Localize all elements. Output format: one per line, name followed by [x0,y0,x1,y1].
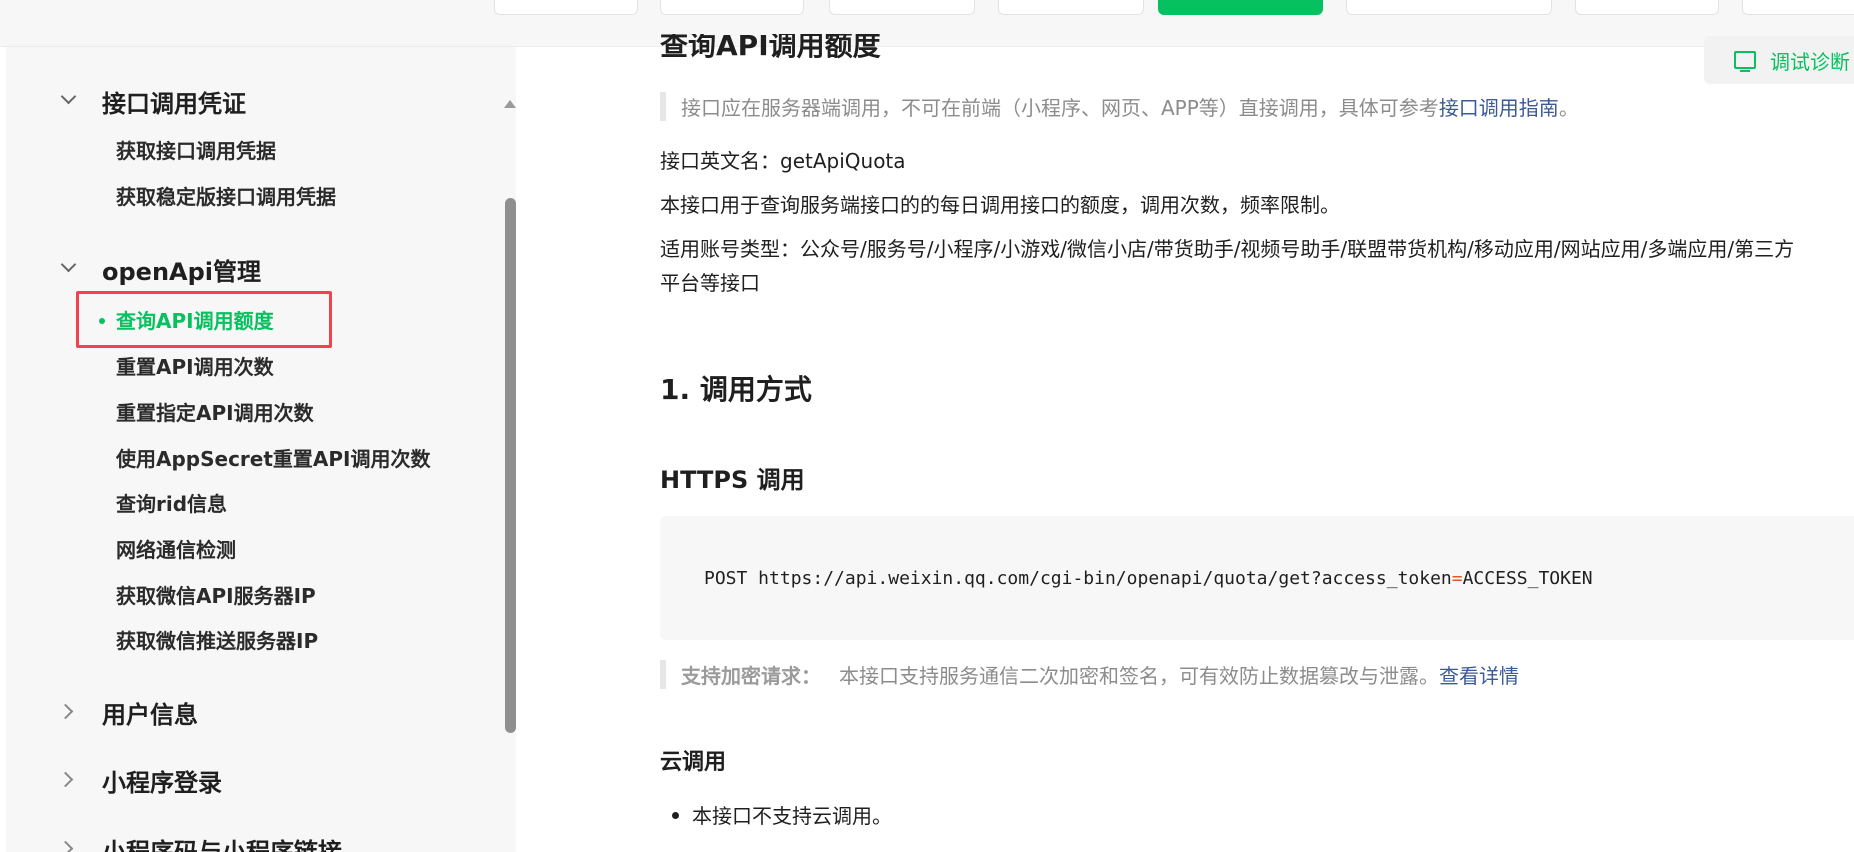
scroll-up-arrow-icon[interactable] [504,100,516,108]
sidebar-item-get-callback-ip[interactable]: 获取微信推送服务器IP [116,623,318,659]
main-content: 查询API调用额度 调试诊断 接口应在服务器端调用，不可在前端（小程序、网页、A… [516,0,1854,852]
code-suffix: ACCESS_TOKEN [1462,568,1593,589]
encrypt-text: 本接口支持服务通信二次加密和签名，可有效防止数据篡改与泄露。 [839,664,1439,688]
chevron-down-icon [6,249,66,289]
sidebar-scrollbar[interactable] [505,198,516,733]
page-title: 查询API调用额度 [660,29,881,62]
sidebar-item-get-access-token[interactable]: 获取接口调用凭据 [116,133,276,169]
cloud-call-heading: 云调用 [660,750,727,775]
highlight-annotation-box [76,291,332,348]
notice-end: 。 [1558,96,1579,120]
request-url-code: POST https://api.weixin.qq.com/cgi-bin/o… [704,568,1593,589]
sidebar-group-user-info[interactable]: 用户信息 [6,692,198,732]
call-guide-link[interactable]: 接口调用指南 [1439,96,1559,120]
sidebar-group-credentials[interactable]: 接口调用凭证 [6,81,246,121]
server-call-notice: 接口应在服务器端调用，不可在前端（小程序、网页、APP等）直接调用，具体可参考接… [660,92,1579,121]
english-name: 接口英文名：getApiQuota [660,149,906,173]
sidebar-nav: 接口调用凭证 获取接口调用凭据 获取稳定版接口调用凭据 openApi管理 查询… [6,47,516,852]
account-types-line1: 适用账号类型：公众号/服务号/小程序/小游戏/微信小店/带货助手/视频号助手/联… [660,237,1795,261]
sidebar-item-get-rid-info[interactable]: 查询rid信息 [116,486,227,522]
sidebar-group-label: openApi管理 [102,257,262,286]
sidebar-group-qrcode-link[interactable]: 小程序码与小程序链接 [6,829,342,852]
sidebar-group-label: 用户信息 [102,700,198,729]
account-types-line2: 平台等接口 [660,271,760,295]
code-block[interactable]: POST https://api.weixin.qq.com/cgi-bin/o… [660,516,1854,640]
sidebar-group-login[interactable]: 小程序登录 [6,760,222,800]
chevron-right-icon [6,829,66,852]
code-operator: = [1451,568,1463,589]
sidebar-item-get-stable-access-token[interactable]: 获取稳定版接口调用凭据 [116,179,336,215]
monitor-icon [1734,51,1756,72]
description: 本接口用于查询服务端接口的的每日调用接口的额度，调用次数，频率限制。 [660,193,1340,217]
debug-button-label: 调试诊断 [1770,49,1850,74]
https-call-heading: HTTPS 调用 [660,466,805,494]
chevron-right-icon [6,692,66,732]
sidebar-item-clear-quota[interactable]: 重置API调用次数 [116,349,274,385]
sidebar-group-label: 小程序登录 [102,768,222,797]
sidebar-group-label: 接口调用凭证 [102,89,246,118]
sidebar-item-clear-api-quota[interactable]: 重置指定API调用次数 [116,395,314,431]
sidebar-item-clear-quota-by-appsecret[interactable]: 使用AppSecret重置API调用次数 [116,441,431,477]
cloud-call-bullet: 本接口不支持云调用。 [672,800,892,829]
view-details-link[interactable]: 查看详情 [1439,664,1519,688]
debug-diagnose-button[interactable]: 调试诊断 [1704,36,1854,84]
code-prefix: POST https://api.weixin.qq.com/cgi-bin/o… [704,568,1452,589]
chevron-down-icon [6,81,66,121]
encrypt-label: 支持加密请求： [681,664,821,688]
section-heading-call-method: 1. 调用方式 [660,373,812,406]
notice-text: 接口应在服务器端调用，不可在前端（小程序、网页、APP等）直接调用，具体可参考 [681,96,1439,120]
sidebar-group-openapi[interactable]: openApi管理 [6,249,261,289]
sidebar-item-callback-check[interactable]: 网络通信检测 [116,532,236,568]
sidebar-item-get-api-domain-ip[interactable]: 获取微信API服务器IP [116,578,316,614]
chevron-right-icon [6,760,66,800]
sidebar-group-label: 小程序码与小程序链接 [102,837,342,852]
encryption-notice: 支持加密请求： 本接口支持服务通信二次加密和签名，可有效防止数据篡改与泄露。查看详… [660,660,1519,689]
